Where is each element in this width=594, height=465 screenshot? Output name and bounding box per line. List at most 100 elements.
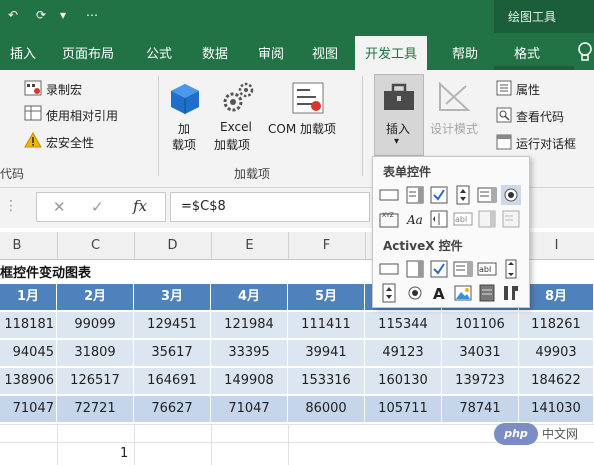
addins-button-line1[interactable]: 加 [178, 120, 190, 137]
data-cell[interactable]: 49123 [365, 340, 442, 366]
run-dialog-button[interactable]: 运行对话框 [516, 135, 576, 152]
data-cell[interactable]: 101106 [442, 312, 519, 338]
data-cell[interactable]: 71047 [0, 396, 57, 422]
data-cell[interactable]: 71047 [211, 396, 288, 422]
data-cell[interactable]: 141030 [519, 396, 594, 422]
data-cell[interactable]: 160130 [365, 368, 442, 394]
insert-function-icon[interactable]: fx [133, 197, 147, 215]
header-cell[interactable]: 1月 [0, 284, 57, 310]
data-cell[interactable]: 139723 [442, 368, 519, 394]
linked-cell-value[interactable]: 1 [120, 446, 128, 461]
properties-button[interactable]: 属性 [516, 81, 540, 98]
data-cell[interactable]: 76627 [134, 396, 211, 422]
header-cell[interactable]: 8月 [519, 284, 594, 310]
column-header-e[interactable]: E [211, 238, 288, 253]
data-cell[interactable]: 164691 [134, 368, 211, 394]
option-button-control-icon[interactable] [501, 185, 521, 205]
column-header-d[interactable]: D [134, 238, 211, 253]
activex-button-icon[interactable] [379, 259, 399, 279]
data-cell[interactable]: 49903 [519, 340, 594, 366]
tab-review[interactable]: 审阅 [258, 43, 284, 62]
list-box-control-icon[interactable] [477, 185, 497, 205]
activex-option-button-icon[interactable] [405, 283, 425, 303]
combo-list-edit-control-icon[interactable] [477, 209, 497, 229]
group-box-control-icon[interactable]: XYZ [379, 209, 399, 229]
spin-button-control-icon[interactable] [453, 185, 473, 205]
data-cell[interactable]: 118181 [0, 312, 57, 338]
cancel-icon[interactable]: ✕ [53, 198, 66, 216]
record-macro-icon [24, 80, 42, 96]
tab-formulas[interactable]: 公式 [146, 43, 172, 62]
enter-icon[interactable]: ✓ [91, 198, 104, 216]
data-cell[interactable]: 129451 [134, 312, 211, 338]
data-cell[interactable]: 35617 [134, 340, 211, 366]
activex-label-icon[interactable]: A [429, 283, 449, 303]
data-cell[interactable]: 94045 [0, 340, 57, 366]
data-cell[interactable]: 149908 [211, 368, 288, 394]
tab-view[interactable]: 视图 [312, 43, 338, 62]
column-header-c[interactable]: C [57, 238, 134, 253]
more-controls-icon[interactable] [501, 283, 521, 303]
data-cell[interactable]: 121984 [211, 312, 288, 338]
formula-input[interactable]: =$C$8 [170, 192, 370, 222]
tab-help[interactable]: 帮助 [452, 43, 478, 62]
more-icon[interactable]: ⋯ [86, 8, 98, 22]
combo-dropdown-edit-control-icon[interactable] [501, 209, 521, 229]
tab-data[interactable]: 数据 [202, 43, 228, 62]
header-cell[interactable]: 3月 [134, 284, 211, 310]
relative-reference-button[interactable]: 使用相对引用 [46, 107, 118, 124]
activex-text-box-icon[interactable]: abl [477, 259, 497, 279]
view-code-button[interactable]: 查看代码 [516, 108, 564, 125]
data-cell[interactable]: 153316 [288, 368, 365, 394]
customize-qat-icon[interactable]: ▾ [60, 8, 66, 22]
tab-insert[interactable]: 插入 [10, 43, 36, 62]
addins-button-line2[interactable]: 载项 [172, 136, 196, 153]
autosave-icon[interactable]: ⟳ [36, 8, 46, 22]
data-cell[interactable]: 115344 [365, 312, 442, 338]
data-cell[interactable]: 99099 [57, 312, 134, 338]
label-control-icon[interactable]: Aa [405, 209, 425, 229]
data-cell[interactable]: 39941 [288, 340, 365, 366]
data-cell[interactable]: 86000 [288, 396, 365, 422]
combo-box-control-icon[interactable] [405, 185, 425, 205]
activex-image-icon[interactable] [453, 283, 473, 303]
data-cell[interactable]: 118261 [519, 312, 594, 338]
com-addins-button[interactable]: COM 加载项 [268, 120, 336, 137]
data-cell[interactable]: 111411 [288, 312, 365, 338]
header-cell[interactable]: 4月 [211, 284, 288, 310]
lightbulb-icon[interactable] [576, 41, 594, 63]
column-header-i[interactable]: I [519, 238, 594, 253]
scroll-bar-control-icon[interactable] [429, 209, 449, 229]
button-control-icon[interactable] [379, 185, 399, 205]
activex-checkbox-icon[interactable] [429, 259, 449, 279]
data-cell[interactable]: 31809 [57, 340, 134, 366]
text-field-control-icon[interactable]: abl [453, 209, 473, 229]
tab-page-layout[interactable]: 页面布局 [62, 43, 114, 62]
macro-security-button[interactable]: 宏安全性 [46, 134, 94, 151]
data-cell[interactable]: 138906 [0, 368, 57, 394]
activex-toggle-button-icon[interactable] [477, 283, 497, 303]
undo-icon[interactable]: ↶ [8, 8, 18, 22]
activex-spin-button-icon[interactable] [379, 283, 399, 303]
activex-combo-box-icon[interactable] [405, 259, 425, 279]
data-cell[interactable]: 34031 [442, 340, 519, 366]
column-header-f[interactable]: F [288, 238, 365, 253]
checkbox-control-icon[interactable] [429, 185, 449, 205]
header-cell[interactable]: 2月 [57, 284, 134, 310]
data-cell[interactable]: 33395 [211, 340, 288, 366]
data-cell[interactable]: 78741 [442, 396, 519, 422]
sheet-title[interactable]: 框控件变动图表 [0, 262, 91, 281]
tab-developer[interactable]: 开发工具 [355, 36, 428, 70]
activex-list-box-icon[interactable] [453, 259, 473, 279]
header-cell[interactable]: 5月 [288, 284, 365, 310]
data-cell[interactable]: 184622 [519, 368, 594, 394]
data-cell[interactable]: 105711 [365, 396, 442, 422]
record-macro-button[interactable]: 录制宏 [46, 81, 82, 98]
column-header-b[interactable]: B [6, 238, 28, 253]
excel-addins-line2[interactable]: 加载项 [214, 136, 250, 153]
tab-format[interactable]: 格式 [514, 43, 540, 62]
data-cell[interactable]: 126517 [57, 368, 134, 394]
excel-addins-line1[interactable]: Excel [220, 120, 252, 134]
activex-scroll-bar-icon[interactable] [501, 259, 521, 279]
data-cell[interactable]: 72721 [57, 396, 134, 422]
